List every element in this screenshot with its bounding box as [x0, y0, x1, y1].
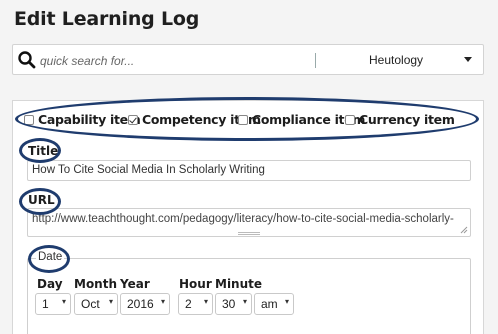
scrollbar-handle[interactable]: [238, 232, 260, 235]
month-label: Month: [74, 277, 118, 291]
chevron-down-icon: ▾: [108, 297, 113, 306]
chevron-down-icon: ▾: [160, 297, 165, 306]
month-value: Oct: [81, 297, 100, 311]
year-select[interactable]: 2016 ▾: [120, 293, 170, 315]
hour-label: Hour: [179, 277, 212, 291]
minute-select[interactable]: 30 ▾: [215, 293, 252, 315]
title-input[interactable]: How To Cite Social Media In Scholarly Wr…: [27, 160, 471, 181]
hour-select[interactable]: 2 ▾: [178, 293, 213, 315]
checkbox[interactable]: [128, 115, 138, 125]
search-input[interactable]: [40, 51, 310, 70]
search-scope-select[interactable]: Heutology: [369, 53, 423, 67]
checkbox[interactable]: [345, 115, 355, 125]
checkbox-label: Currency item: [359, 112, 455, 127]
chevron-down-icon: ▾: [203, 297, 208, 306]
chevron-down-icon: ▾: [61, 297, 66, 306]
url-textarea[interactable]: http://www.teachthought.com/pedagogy/lit…: [27, 208, 471, 237]
url-label: URL: [28, 193, 55, 207]
year-label: Year: [120, 277, 150, 291]
year-value: 2016: [127, 297, 154, 311]
minute-label: Minute: [215, 277, 263, 291]
checkbox-label: Capability item: [38, 112, 141, 127]
day-value: 1: [42, 297, 49, 311]
chevron-down-icon[interactable]: [464, 57, 472, 62]
minute-value: 30: [222, 297, 236, 311]
ampm-value: am: [261, 297, 278, 311]
day-select[interactable]: 1 ▾: [35, 293, 71, 315]
url-text: http://www.teachthought.com/pedagogy/lit…: [32, 213, 454, 225]
day-label: Day: [37, 277, 63, 291]
search-divider: [315, 53, 316, 68]
search-bar: Heutology: [12, 44, 484, 75]
page-title: Edit Learning Log: [14, 8, 200, 30]
month-select[interactable]: Oct ▾: [74, 293, 118, 315]
resize-handle-icon[interactable]: [460, 226, 468, 234]
chevron-down-icon: ▾: [242, 297, 247, 306]
ampm-select[interactable]: am ▾: [254, 293, 294, 315]
checkbox[interactable]: [24, 115, 34, 125]
chevron-down-icon: ▾: [284, 297, 289, 306]
date-legend: Date: [36, 251, 65, 263]
checkbox[interactable]: [238, 115, 248, 125]
hour-value: 2: [185, 297, 192, 311]
title-label: Title: [28, 144, 59, 158]
search-icon[interactable]: [17, 50, 37, 70]
